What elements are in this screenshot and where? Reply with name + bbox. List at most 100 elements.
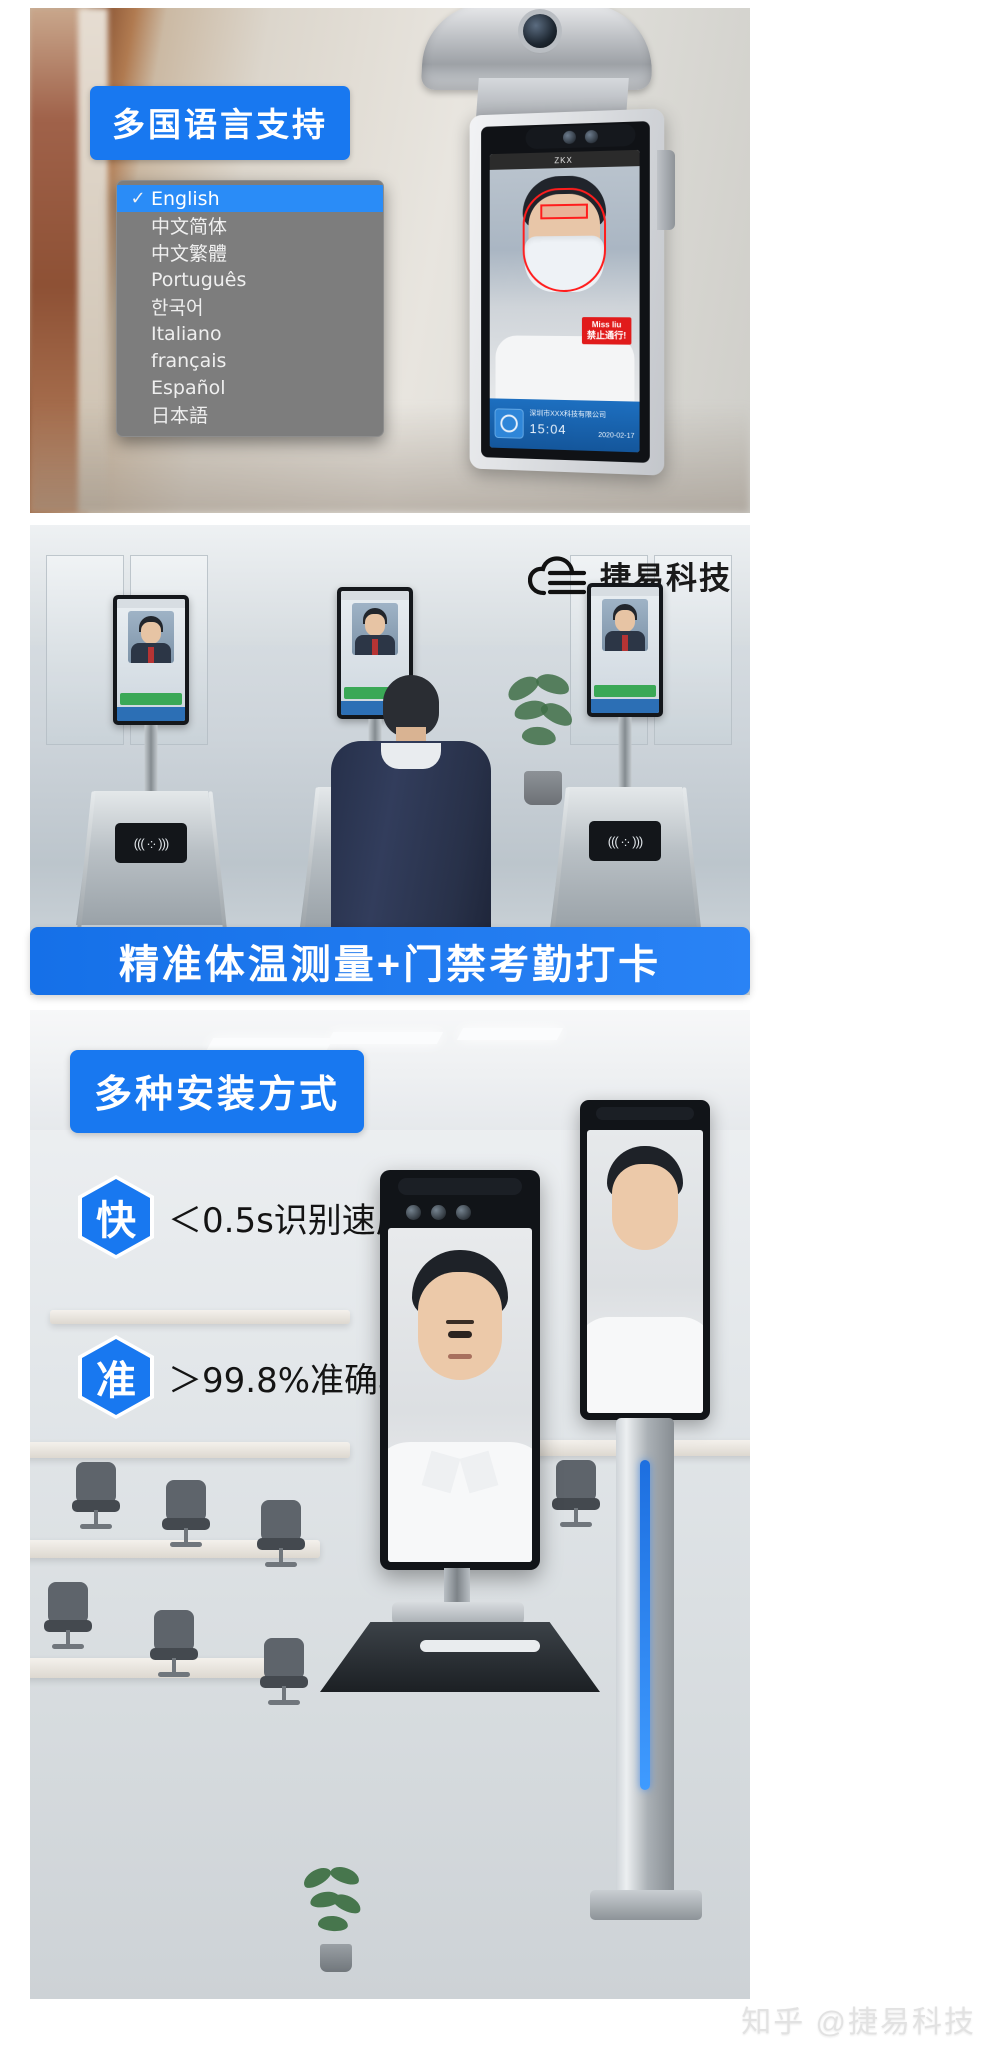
device-tablet [380, 1170, 540, 1570]
ceiling-light [456, 1028, 564, 1040]
leaf [330, 1890, 364, 1917]
device-tablet [580, 1100, 710, 1420]
language-option-korean[interactable]: 한국어 [117, 293, 383, 320]
rfid-wave-icon: ((( ·:· ))) [607, 833, 643, 849]
watermark: 知乎 @捷易科技 [741, 2006, 976, 2039]
language-option-label: English [151, 187, 220, 210]
company-logo-icon [494, 408, 524, 439]
gate-turnstile: ((( ·:· ))) [76, 595, 228, 936]
chair-back [154, 1610, 194, 1652]
leaf [328, 1863, 362, 1888]
feature-badge-char: 快 [96, 1199, 136, 1243]
subject-face [612, 1164, 678, 1250]
office-chair [255, 1500, 307, 1570]
gate-turnstile: ((( ·:· ))) [550, 583, 702, 937]
plate-light-strip [420, 1640, 540, 1652]
panel2-banner: 精准体温测量+门禁考勤打卡 [30, 927, 750, 995]
pole-light-strip [640, 1460, 650, 1790]
device-screen: ZKX Miss liu 禁止通行! 深圳市XXX科技有限公司 15:04 20… [489, 149, 640, 453]
screen-info-bar: 深圳市XXX科技有限公司 15:04 2020-02-17 [489, 398, 640, 453]
kiosk-display [117, 599, 185, 721]
pass-status-bar [120, 693, 182, 705]
chair-back [166, 1480, 206, 1522]
photo-tie [148, 647, 154, 663]
language-option-traditional-chinese[interactable]: 中文繁體 [117, 239, 383, 266]
office-chair [160, 1480, 212, 1550]
ceiling-light [326, 1032, 444, 1044]
thermal-lens-icon [456, 1204, 471, 1220]
feature-badge-hexagon: 准 [78, 1335, 154, 1419]
device-body: ZKX Miss liu 禁止通行! 深圳市XXX科技有限公司 15:04 20… [469, 108, 665, 476]
rfid-wave-icon: ((( ·:· ))) [133, 835, 169, 851]
live-camera-feed: Miss liu 禁止通行! [489, 166, 640, 402]
language-option-label: 中文简体 [151, 216, 228, 238]
device-side-module [657, 150, 675, 230]
language-option-label: 日本語 [151, 405, 209, 427]
photo-tie [372, 639, 378, 655]
language-option-portuguese[interactable]: Português [117, 266, 383, 293]
leaf [300, 1863, 334, 1892]
chair-foot [170, 1542, 202, 1547]
kiosk-header [117, 599, 185, 608]
feature-speed: 快 ＜0.5s识别速度 [78, 1175, 410, 1259]
language-option-label: Español [151, 376, 226, 399]
leaf [317, 1914, 349, 1933]
rgb-lens-icon [431, 1204, 446, 1220]
language-option-english[interactable]: ✓ English [117, 185, 383, 212]
photo-face [365, 614, 385, 636]
language-dropdown[interactable]: ✓ English 中文简体 中文繁體 Português 한국어 Italia… [116, 180, 384, 437]
chair-back [48, 1582, 88, 1624]
chair-foot [265, 1562, 297, 1567]
kiosk-header [341, 591, 409, 600]
terminal-device-desk-mount [320, 1170, 600, 1930]
device-display [388, 1228, 532, 1562]
kiosk-pole [618, 717, 632, 791]
potted-plant [298, 1863, 372, 1972]
device-bezel: ZKX Miss liu 禁止通行! 深圳市XXX科技有限公司 15:04 20… [481, 121, 650, 463]
terminal-device-pole-mount: ZKX Miss liu 禁止通行! 深圳市XXX科技有限公司 15:04 20… [385, 8, 725, 500]
office-desk [50, 1310, 350, 1324]
recognized-face-photo [602, 599, 648, 651]
kiosk-header [591, 587, 659, 596]
product-detail-page: 多国语言支持 ✓ English 中文简体 中文繁體 Português 한국어 [0, 0, 1000, 2049]
language-option-italian[interactable]: Italiano [117, 320, 383, 347]
language-option-simplified-chinese[interactable]: 中文简体 [117, 212, 383, 239]
kiosk-display [591, 587, 659, 713]
logo-ring [500, 414, 518, 433]
language-option-label: 中文繁體 [151, 243, 228, 265]
office-chair [258, 1638, 310, 1708]
chair-back [261, 1500, 301, 1542]
alert-name: Miss liu [591, 319, 622, 330]
screen-info-text: 深圳市XXX科技有限公司 15:04 2020-02-17 [530, 409, 635, 442]
language-option-label: 한국어 [151, 297, 204, 319]
feature-badge-char: 准 [96, 1359, 136, 1403]
feature-text: ＞99.8%准确率 [168, 1360, 413, 1401]
camera-icon [523, 14, 557, 48]
language-option-french[interactable]: français [117, 347, 383, 374]
panel3-title: 多种安装方式 [70, 1050, 365, 1133]
kiosk-pole [144, 725, 158, 795]
gate-kiosk-screen [587, 583, 663, 717]
plant-pot [320, 1944, 352, 1972]
photo-tie [622, 635, 628, 651]
check-icon: ✓ [130, 188, 146, 209]
gate-kiosk-screen [113, 595, 189, 725]
panel-gate-scene: 捷易科技 ((( ·:· ))) (((·:·))) [30, 525, 750, 995]
terminal-device-floor-stand [580, 1100, 730, 1930]
office-chair [42, 1582, 94, 1652]
panel2-banner-text: 精准体温测量+门禁考勤打卡 [118, 943, 662, 987]
ir-lens-icon [406, 1204, 421, 1220]
kiosk-info-bar [117, 707, 185, 721]
subject-shirt [495, 335, 634, 402]
brand-label: ZKX [554, 155, 573, 165]
subject-mouth [448, 1354, 472, 1359]
chair-back [76, 1462, 116, 1504]
office-chair [148, 1610, 200, 1680]
language-option-label: Português [151, 268, 247, 291]
language-option-japanese[interactable]: 日本語 [117, 401, 383, 428]
language-option-spanish[interactable]: Español [117, 374, 383, 401]
chair-foot [158, 1672, 190, 1677]
alert-text: 禁止通行! [586, 329, 627, 341]
rfid-reader: ((( ·:· ))) [115, 823, 187, 863]
office-desk [30, 1442, 350, 1458]
